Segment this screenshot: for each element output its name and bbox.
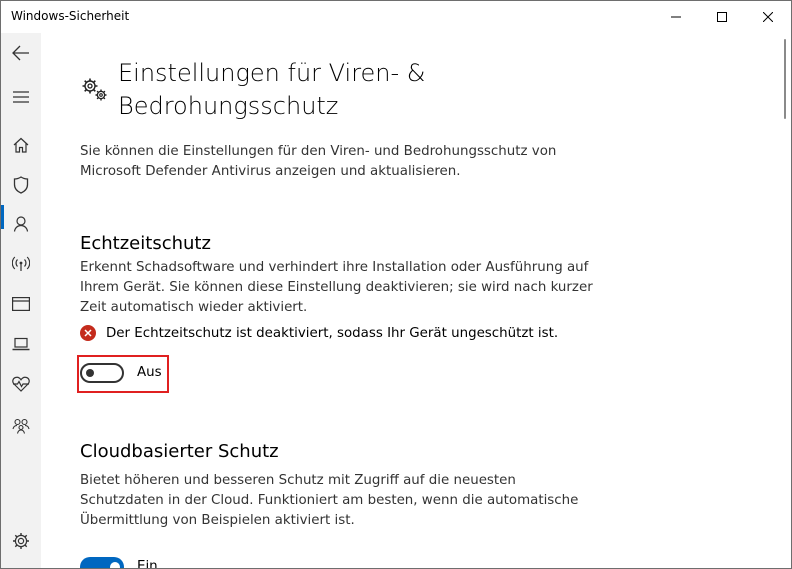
sidebar-item-network[interactable] xyxy=(1,244,41,284)
hamburger-icon xyxy=(13,91,29,103)
sidebar-item-home[interactable] xyxy=(1,125,41,165)
close-button[interactable] xyxy=(745,1,791,33)
heart-icon xyxy=(12,376,30,392)
cloud-heading: Cloudbasierter Schutz xyxy=(80,441,279,462)
sidebar xyxy=(1,33,41,568)
page-description: Sie können die Einstellungen für den Vir… xyxy=(80,144,557,179)
shield-icon xyxy=(13,176,29,194)
app-window: Windows-Sicherheit Einstellungen für Vir… xyxy=(0,0,792,569)
toggle-knob xyxy=(86,369,94,377)
scrollbar[interactable] xyxy=(780,33,791,568)
title-bar: Windows-Sicherheit xyxy=(1,1,791,33)
sidebar-item-settings[interactable] xyxy=(1,521,41,561)
error-icon xyxy=(80,325,96,341)
sidebar-item-app-browser[interactable] xyxy=(1,284,41,324)
sidebar-item-virus-protection[interactable] xyxy=(1,165,41,205)
minimize-icon xyxy=(671,16,681,18)
cloud-toggle[interactable] xyxy=(80,557,124,568)
main-content: Einstellungen für Viren- & Bedrohungssch… xyxy=(41,33,779,568)
realtime-warning-text: Der Echtzeitschutz ist deaktiviert, soda… xyxy=(106,325,559,341)
app-browser-icon xyxy=(12,297,30,311)
page-title: Einstellungen für Viren- & Bedrohungssch… xyxy=(118,59,426,120)
page-header-icon xyxy=(81,77,109,107)
home-icon xyxy=(13,137,29,153)
menu-button[interactable] xyxy=(1,77,41,117)
close-icon xyxy=(763,12,773,22)
maximize-button[interactable] xyxy=(699,1,745,33)
family-icon xyxy=(12,418,30,434)
scrollbar-thumb[interactable] xyxy=(784,39,786,119)
sidebar-item-family[interactable] xyxy=(1,406,41,446)
window-title: Windows-Sicherheit xyxy=(11,9,130,23)
network-icon xyxy=(12,256,30,271)
back-button[interactable] xyxy=(1,33,41,73)
settings-icon xyxy=(13,533,29,549)
cloud-description: Bietet höheren und besseren Schutz mit Z… xyxy=(80,473,579,528)
realtime-description: Erkennt Schadsoftware und verhindert ihr… xyxy=(80,260,593,315)
gears-icon xyxy=(82,78,107,101)
device-icon xyxy=(12,337,30,351)
sidebar-item-device-health[interactable] xyxy=(1,364,41,404)
realtime-toggle[interactable] xyxy=(80,363,124,383)
maximize-icon xyxy=(717,12,727,22)
realtime-warning: Der Echtzeitschutz ist deaktiviert, soda… xyxy=(80,325,558,341)
realtime-toggle-label: Aus xyxy=(137,365,162,380)
account-icon xyxy=(13,216,29,232)
sidebar-item-account[interactable] xyxy=(1,204,41,244)
back-icon xyxy=(12,45,29,61)
sidebar-item-device-security[interactable] xyxy=(1,324,41,364)
toggle-knob xyxy=(110,562,120,568)
realtime-heading: Echtzeitschutz xyxy=(80,233,211,254)
cloud-toggle-label: Ein xyxy=(137,559,158,568)
minimize-button[interactable] xyxy=(653,1,699,33)
